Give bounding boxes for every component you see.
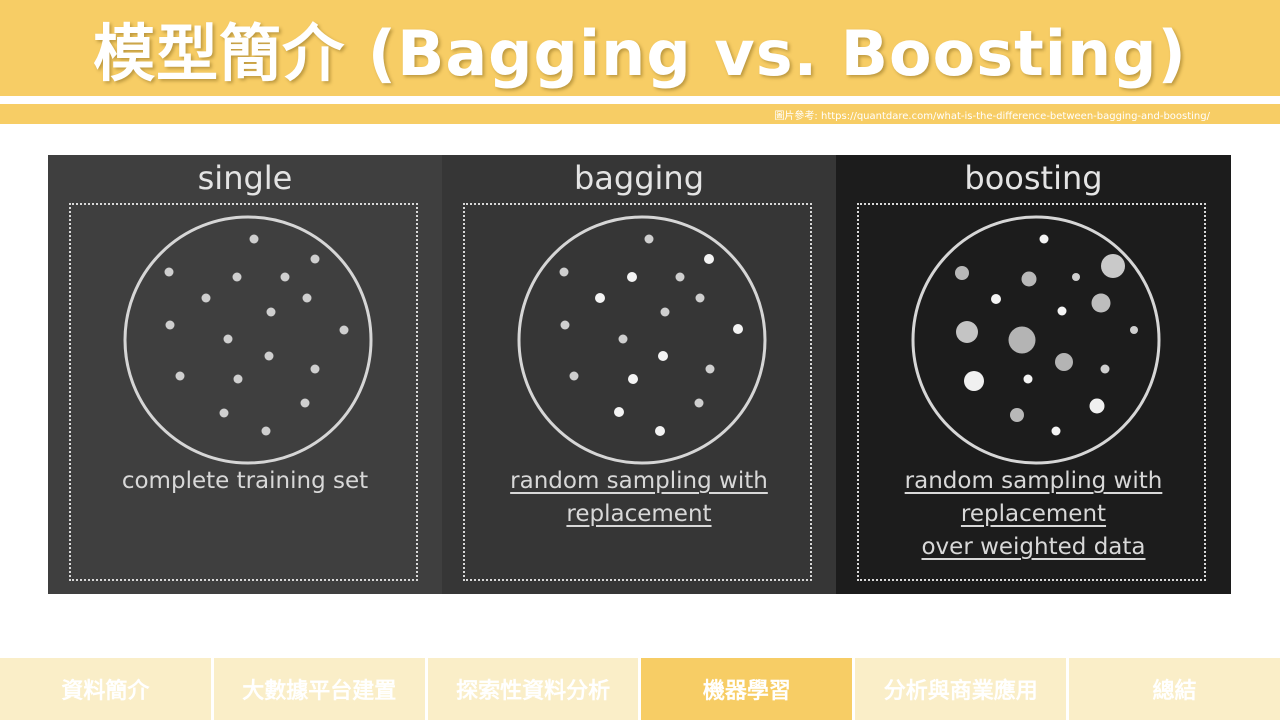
panel-caption-single: complete training set <box>48 465 442 498</box>
dataset-circle <box>911 215 1161 465</box>
caption-line: replacement <box>960 501 1107 527</box>
caption-line: random sampling with <box>510 468 768 494</box>
section-nav: 資料簡介 大數據平台建置 探索性資料分析 機器學習 分析與商業應用 總結 <box>0 658 1280 720</box>
data-points <box>164 234 349 436</box>
panel-caption-boosting: random sampling with replacement over we… <box>836 465 1231 564</box>
nav-item-business-application[interactable]: 分析與商業應用 <box>852 658 1067 720</box>
nav-item-summary[interactable]: 總結 <box>1066 658 1280 720</box>
image-source-reference: 圖片參考: https://quantdare.com/what-is-the-… <box>774 111 1210 122</box>
nav-item-big-data-platform[interactable]: 大數據平台建置 <box>210 658 425 720</box>
data-points <box>955 234 1138 436</box>
sample-circle-single <box>123 215 373 465</box>
data-points <box>559 234 743 436</box>
nav-item-data-intro[interactable]: 資料簡介 <box>0 658 211 720</box>
caption-line: random sampling with <box>904 468 1163 494</box>
panel-single: single complete training set <box>48 155 442 594</box>
dataset-circle <box>517 215 767 465</box>
caption-line: over weighted data <box>921 534 1146 560</box>
slide-title: 模型簡介 (Bagging vs. Boosting) <box>93 17 1187 90</box>
panel-caption-bagging: random sampling with replacement <box>442 465 836 531</box>
caption-line: replacement <box>566 501 712 527</box>
bagging-boosting-figure: single complete training set bagging ran… <box>48 155 1231 594</box>
panel-boosting: boosting random sampling with replacemen… <box>836 155 1231 594</box>
caption-line: complete training set <box>121 468 369 494</box>
nav-item-eda[interactable]: 探索性資料分析 <box>424 658 639 720</box>
dataset-circle <box>123 215 373 465</box>
nav-item-machine-learning[interactable]: 機器學習 <box>638 658 853 720</box>
panel-bagging: bagging random sampling with replacement <box>442 155 836 594</box>
title-bar: 模型簡介 (Bagging vs. Boosting) <box>0 0 1280 96</box>
